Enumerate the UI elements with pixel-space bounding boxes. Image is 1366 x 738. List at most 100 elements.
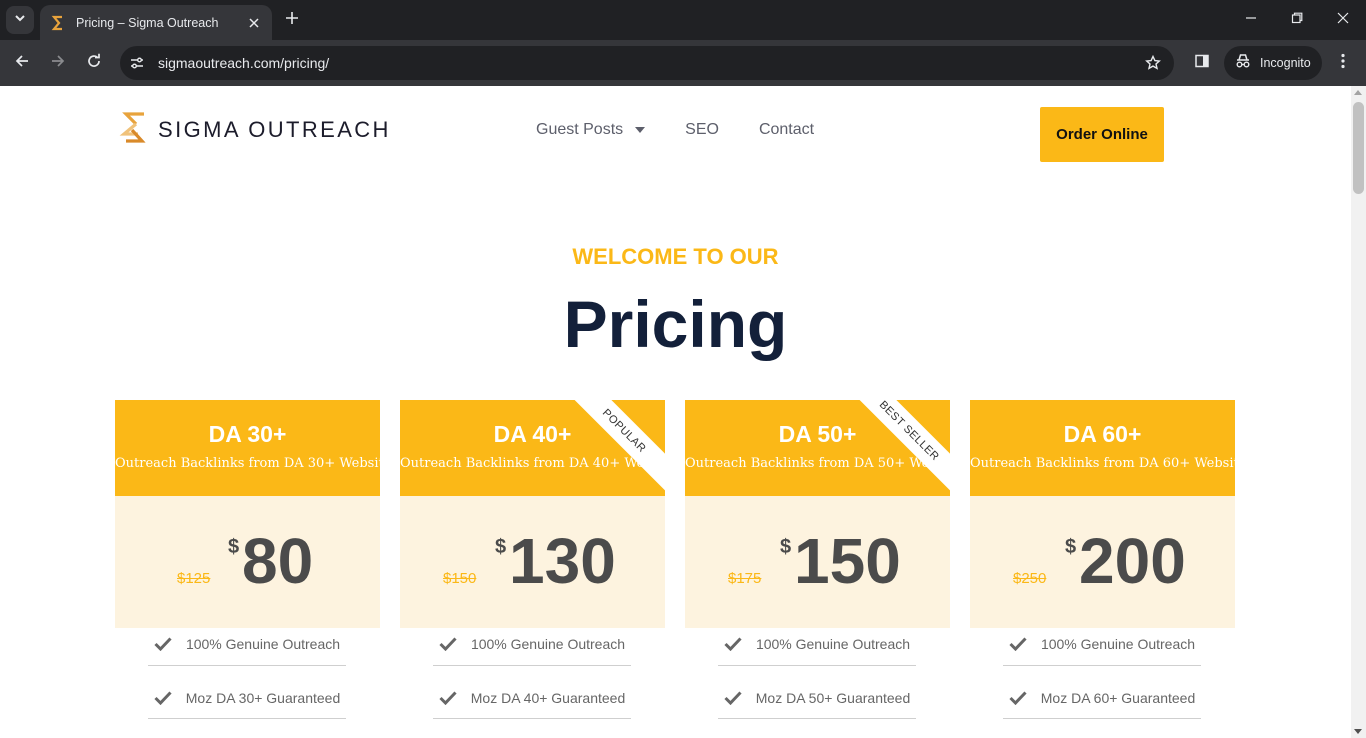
price-block: $150 $ 130 (400, 496, 665, 628)
site-logo[interactable]: SIGMA OUTREACH (118, 110, 391, 149)
address-bar[interactable]: sigmaoutreach.com/pricing/ (120, 46, 1174, 80)
page-title: Pricing (563, 287, 788, 361)
plan-subtitle: Outreach Backlinks from DA 40+ Website (400, 456, 665, 471)
plan-subtitle: Outreach Backlinks from DA 50+ Website (685, 456, 950, 471)
close-window-button[interactable] (1320, 0, 1366, 40)
url-text: sigmaoutreach.com/pricing/ (158, 55, 330, 71)
check-icon (724, 691, 742, 705)
reload-icon (86, 53, 102, 74)
tune-icon[interactable] (124, 50, 150, 76)
page-scrollbar[interactable] (1351, 86, 1366, 738)
logo-text: SIGMA OUTREACH (158, 116, 391, 142)
check-icon (154, 637, 172, 651)
card-header: DA 50+ Outreach Backlinks from DA 50+ We… (685, 400, 950, 496)
feature-label: 100% Genuine Outreach (470, 636, 626, 652)
close-icon (1337, 11, 1349, 29)
chevron-down-icon (635, 127, 646, 133)
scroll-down-arrow-icon[interactable] (1354, 729, 1362, 734)
currency-symbol: $ (495, 536, 507, 558)
feature-label: Moz DA 30+ Guaranteed (185, 690, 341, 706)
old-price: $250 (1013, 570, 1047, 587)
price-amount: 150 (794, 525, 901, 597)
check-icon (1009, 637, 1027, 651)
tab-title: Pricing – Sigma Outreach (76, 15, 219, 30)
feature-label: 100% Genuine Outreach (1040, 636, 1196, 652)
feature-item: 100% Genuine Outreach (148, 625, 346, 663)
new-tab-button[interactable] (280, 8, 304, 32)
feature-label: 100% Genuine Outreach (755, 636, 911, 652)
incognito-indicator[interactable]: Incognito (1224, 46, 1322, 80)
divider (1003, 718, 1201, 719)
tab-search-button[interactable] (6, 6, 34, 34)
arrow-left-icon (14, 53, 30, 74)
pricing-card-da30: DA 30+ Outreach Backlinks from DA 30+ We… (115, 400, 380, 738)
feature-item: 100% Genuine Outreach (433, 625, 631, 663)
feature-label: Moz DA 40+ Guaranteed (470, 690, 626, 706)
star-icon[interactable] (1138, 48, 1168, 78)
old-price: $125 (177, 570, 211, 587)
feature-item: 100% Genuine Outreach (1003, 625, 1201, 663)
side-panel-button[interactable] (1187, 48, 1217, 78)
scroll-up-arrow-icon[interactable] (1354, 90, 1362, 95)
plan-title: DA 60+ (1063, 421, 1142, 447)
check-icon (724, 637, 742, 651)
feature-item: Moz DA 40+ Guaranteed (433, 679, 631, 717)
feature-item: Moz DA 60+ Guaranteed (1003, 679, 1201, 717)
card-header: DA 30+ Outreach Backlinks from DA 30+ We… (115, 400, 380, 496)
minimize-icon (1245, 11, 1257, 29)
restore-icon (1291, 11, 1303, 29)
close-icon[interactable] (246, 15, 262, 31)
feature-item: 100% Genuine Outreach (718, 625, 916, 663)
nav-item-guest-posts[interactable]: Guest Posts (536, 121, 646, 139)
currency-symbol: $ (228, 536, 240, 558)
kebab-menu-icon (1341, 53, 1345, 74)
price-block: $125 $ 80 (115, 496, 380, 628)
plan-subtitle: Outreach Backlinks from DA 30+ Website (115, 456, 380, 471)
back-button[interactable] (7, 48, 37, 78)
price-amount: 130 (509, 525, 616, 597)
page-viewport: SIGMA OUTREACH Guest Posts SEO Contact O… (0, 86, 1366, 738)
divider (718, 718, 916, 719)
restore-button[interactable] (1274, 0, 1320, 40)
card-header: DA 40+ Outreach Backlinks from DA 40+ We… (400, 400, 665, 496)
feature-label: 100% Genuine Outreach (185, 636, 341, 652)
check-icon (154, 691, 172, 705)
scroll-thumb[interactable] (1353, 102, 1364, 194)
browser-toolbar: sigmaoutreach.com/pricing/ Incognito (0, 40, 1366, 86)
sigma-logo-icon (50, 15, 66, 31)
pricing-card-da60: DA 60+ Outreach Backlinks from DA 60+ We… (970, 400, 1235, 738)
old-price: $150 (443, 570, 477, 587)
reload-button[interactable] (79, 48, 109, 78)
browser-menu-button[interactable] (1330, 48, 1356, 78)
price-block: $175 $ 150 (685, 496, 950, 628)
feature-item: Moz DA 50+ Guaranteed (718, 679, 916, 717)
divider (433, 665, 631, 666)
sigma-logo-icon (118, 110, 150, 149)
nav-item-contact[interactable]: Contact (759, 121, 814, 139)
plus-icon (285, 11, 299, 30)
divider (1003, 665, 1201, 666)
divider (148, 665, 346, 666)
forward-button[interactable] (43, 48, 73, 78)
order-online-button[interactable]: Order Online (1040, 107, 1164, 162)
nav-label: Guest Posts (536, 121, 624, 138)
incognito-label: Incognito (1260, 56, 1311, 70)
pricing-card-da40: DA 40+ Outreach Backlinks from DA 40+ We… (400, 400, 665, 738)
currency-symbol: $ (780, 536, 792, 558)
divider (718, 665, 916, 666)
minimize-button[interactable] (1228, 0, 1274, 40)
price-amount: 80 (242, 525, 314, 597)
check-icon (439, 637, 457, 651)
price-amount: 200 (1079, 525, 1186, 597)
nav-item-seo[interactable]: SEO (685, 121, 719, 139)
tab-strip: Pricing – Sigma Outreach (0, 0, 1366, 40)
arrow-right-icon (50, 53, 66, 74)
incognito-icon (1234, 53, 1252, 74)
feature-label: Moz DA 60+ Guaranteed (1040, 690, 1196, 706)
card-header: DA 60+ Outreach Backlinks from DA 60+ We… (970, 400, 1235, 496)
plan-title: DA 30+ (208, 421, 287, 447)
active-tab[interactable]: Pricing – Sigma Outreach (40, 5, 272, 40)
old-price: $175 (728, 570, 762, 587)
feature-label: Moz DA 50+ Guaranteed (755, 690, 911, 706)
check-icon (439, 691, 457, 705)
